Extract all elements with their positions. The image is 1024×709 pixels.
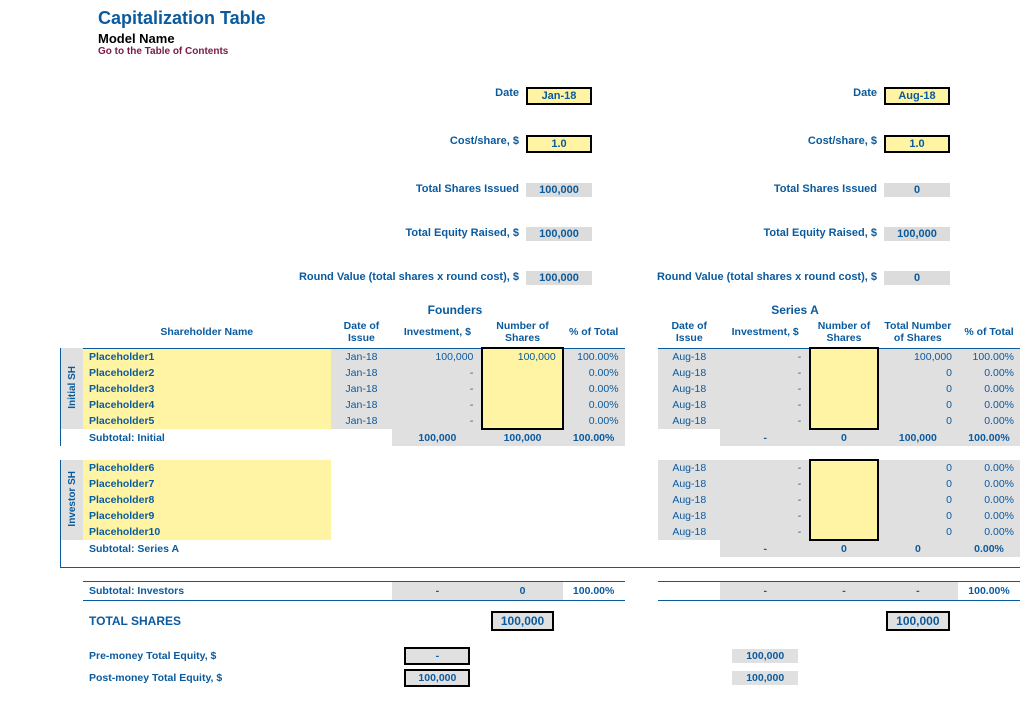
shareholder-name[interactable]: Placeholder6: [83, 460, 331, 476]
label-date: Date: [0, 87, 525, 105]
label-cost-a: Cost/share, $: [625, 135, 883, 153]
th-a-date: Date of Issue: [658, 317, 720, 348]
table-row: Placeholder4Jan-18-0.00%Aug-18-00.00%: [61, 397, 1021, 413]
seriesa-issued: 0: [884, 183, 950, 197]
shareholder-name[interactable]: Placeholder3: [83, 381, 331, 397]
th-shname: Shareholder Name: [83, 317, 331, 348]
table-row: Placeholder3Jan-18-0.00%Aug-18-00.00%: [61, 381, 1021, 397]
seriesa-date[interactable]: Aug-18: [884, 87, 950, 105]
th-a-invest: Investment, $: [720, 317, 810, 348]
shareholder-name[interactable]: Placeholder7: [83, 476, 331, 492]
founders-issued: 100,000: [526, 183, 592, 197]
label-issued-a: Total Shares Issued: [625, 183, 883, 197]
th-f-invest: Investment, $: [392, 317, 482, 348]
shareholder-name[interactable]: Placeholder9: [83, 508, 331, 524]
th-f-date: Date of Issue: [331, 317, 393, 348]
label-date-a: Date: [625, 87, 883, 105]
table-row: Initial SHPlaceholder1Jan-18100,000100,0…: [61, 348, 1021, 365]
cap-table: Shareholder Name Date of Issue Investmen…: [60, 317, 1020, 689]
shareholder-name[interactable]: Placeholder8: [83, 492, 331, 508]
seriesa-roundval: 0: [884, 271, 950, 285]
table-row: Placeholder7Aug-18-00.00%: [61, 476, 1021, 492]
founders-date[interactable]: Jan-18: [526, 87, 592, 105]
page-title: Capitalization Table: [98, 8, 1024, 29]
table-row: Investor SHPlaceholder6Aug-18-00.00%: [61, 460, 1021, 476]
label-roundval: Round Value (total shares x round cost),…: [0, 271, 525, 285]
label-cost: Cost/share, $: [0, 135, 525, 153]
table-row: Placeholder9Aug-18-00.00%: [61, 508, 1021, 524]
pre-money-row: Pre-money Total Equity, $ - 100,000: [61, 645, 1021, 667]
shareholder-name[interactable]: Placeholder10: [83, 524, 331, 540]
th-a-shares: Number of Shares: [810, 317, 878, 348]
seriesa-raised: 100,000: [884, 227, 950, 241]
th-a-pct: % of Total: [958, 317, 1020, 348]
label-roundval-a: Round Value (total shares x round cost),…: [625, 271, 883, 285]
sidebar-investor: Investor SH: [67, 471, 78, 527]
subtotal-investors: Subtotal: Investors - 0 100.00% - - - 10…: [61, 581, 1021, 600]
table-row: Placeholder8Aug-18-00.00%: [61, 492, 1021, 508]
section-founders: Founders: [315, 303, 595, 317]
founders-roundval: 100,000: [526, 271, 592, 285]
subtotal-seriesa: Subtotal: Series A - 0 0 0.00%: [61, 540, 1021, 557]
seriesa-cost[interactable]: 1.0: [884, 135, 950, 153]
th-a-total: Total Number of Shares: [878, 317, 958, 348]
post-money-row: Post-money Total Equity, $ 100,000 100,0…: [61, 667, 1021, 689]
label-issued: Total Shares Issued: [0, 183, 525, 197]
shareholder-name[interactable]: Placeholder1: [83, 348, 331, 365]
label-raised: Total Equity Raised, $: [0, 227, 525, 241]
founders-cost[interactable]: 1.0: [526, 135, 592, 153]
toc-link[interactable]: Go to the Table of Contents: [98, 46, 1024, 57]
model-name: Model Name: [98, 31, 1024, 46]
label-raised-a: Total Equity Raised, $: [625, 227, 883, 241]
shareholder-name[interactable]: Placeholder2: [83, 365, 331, 381]
section-seriesa: Series A: [625, 303, 965, 317]
sidebar-initial: Initial SH: [67, 366, 78, 409]
shareholder-name[interactable]: Placeholder5: [83, 413, 331, 429]
th-f-shares: Number of Shares: [482, 317, 562, 348]
table-row: Placeholder5Jan-18-0.00%Aug-18-00.00%: [61, 413, 1021, 429]
table-row: Placeholder10Aug-18-00.00%: [61, 524, 1021, 540]
shareholder-name[interactable]: Placeholder4: [83, 397, 331, 413]
founders-raised: 100,000: [526, 227, 592, 241]
total-shares-row: TOTAL SHARES 100,000 100,000: [61, 600, 1021, 633]
table-row: Placeholder2Jan-18-0.00%Aug-18-00.00%: [61, 365, 1021, 381]
th-f-pct: % of Total: [563, 317, 625, 348]
subtotal-initial: Subtotal: Initial 100,000 100,000 100.00…: [61, 429, 1021, 446]
